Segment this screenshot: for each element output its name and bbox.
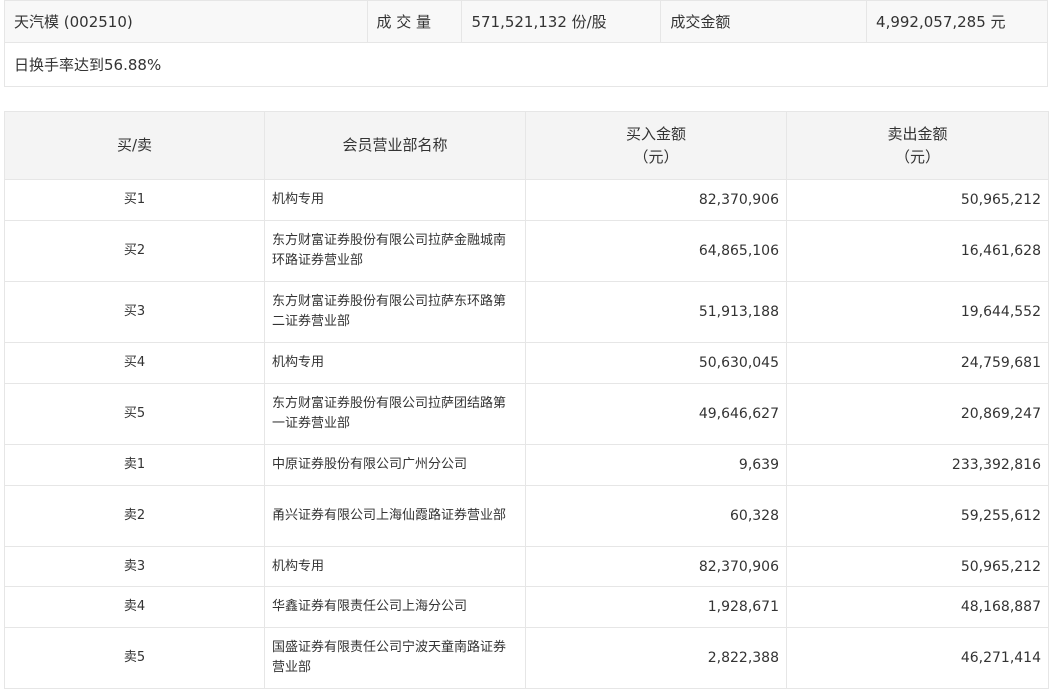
member-cell: 东方财富证券股份有限公司拉萨团结路第一证券营业部 xyxy=(264,383,526,445)
sell-amount-header-unit: （元） xyxy=(894,147,940,166)
sell-amount-cell: 46,271,414 xyxy=(786,627,1049,689)
side-cell: 卖1 xyxy=(4,444,265,486)
buy-amount-cell: 9,639 xyxy=(525,444,787,486)
side-cell: 买4 xyxy=(4,342,265,384)
buy-amount-cell: 50,630,045 xyxy=(525,342,787,384)
sell-amount-cell: 24,759,681 xyxy=(786,342,1049,384)
volume-value: 571,521,132 份/股 xyxy=(461,0,662,43)
member-cell: 机构专用 xyxy=(264,546,526,587)
trading-seats-table: 买/卖 会员营业部名称 买入金额 （元） 卖出金额 （元） 买1 机构专用 82… xyxy=(4,111,1049,689)
table-header-row: 买/卖 会员营业部名称 买入金额 （元） 卖出金额 （元） xyxy=(4,111,1049,180)
listing-reason: 日换手率达到56.88% xyxy=(4,42,1048,87)
sell-amount-cell: 16,461,628 xyxy=(786,220,1049,282)
member-cell: 东方财富证券股份有限公司拉萨金融城南环路证券营业部 xyxy=(264,220,526,282)
side-cell: 卖4 xyxy=(4,586,265,628)
table-row: 卖3 机构专用 82,370,906 50,965,212 xyxy=(4,546,1049,587)
member-cell: 东方财富证券股份有限公司拉萨东环路第二证券营业部 xyxy=(264,281,526,343)
table-row: 买4 机构专用 50,630,045 24,759,681 xyxy=(4,342,1049,384)
table-row: 卖5 国盛证券有限责任公司宁波天童南路证券营业部 2,822,388 46,27… xyxy=(4,627,1049,689)
member-cell: 华鑫证券有限责任公司上海分公司 xyxy=(264,586,526,628)
reason-row: 日换手率达到56.88% xyxy=(4,42,1048,87)
buy-amount-header-title: 买入金额 xyxy=(625,124,686,143)
sell-amount-cell: 50,965,212 xyxy=(786,179,1049,221)
sell-amount-header: 卖出金额 （元） xyxy=(786,111,1049,180)
side-cell: 卖2 xyxy=(4,485,265,547)
sell-amount-cell: 233,392,816 xyxy=(786,444,1049,486)
buy-amount-cell: 49,646,627 xyxy=(525,383,787,445)
summary-row: 天汽模 (002510) 成 交 量 571,521,132 份/股 成交金额 … xyxy=(4,0,1048,43)
sell-amount-cell: 48,168,887 xyxy=(786,586,1049,628)
member-cell: 机构专用 xyxy=(264,179,526,221)
buy-amount-header-unit: （元） xyxy=(633,147,679,166)
buy-amount-cell: 64,865,106 xyxy=(525,220,787,282)
table-row: 买2 东方财富证券股份有限公司拉萨金融城南环路证券营业部 64,865,106 … xyxy=(4,220,1049,282)
member-header: 会员营业部名称 xyxy=(264,111,526,180)
buy-amount-header: 买入金额 （元） xyxy=(525,111,787,180)
volume-label: 成 交 量 xyxy=(366,0,463,43)
side-cell: 买5 xyxy=(4,383,265,445)
stock-summary-table: 天汽模 (002510) 成 交 量 571,521,132 份/股 成交金额 … xyxy=(4,0,1048,87)
amount-value: 4,992,057,285 元 xyxy=(866,0,1048,43)
side-cell: 卖5 xyxy=(4,627,265,689)
side-cell: 买1 xyxy=(4,179,265,221)
buy-amount-cell: 60,328 xyxy=(525,485,787,547)
table-row: 卖2 甬兴证券有限公司上海仙霞路证券营业部 60,328 59,255,612 xyxy=(4,485,1049,547)
buy-amount-cell: 1,928,671 xyxy=(525,586,787,628)
amount-label: 成交金额 xyxy=(660,0,868,43)
table-row: 买3 东方财富证券股份有限公司拉萨东环路第二证券营业部 51,913,188 1… xyxy=(4,281,1049,343)
table-row: 买5 东方财富证券股份有限公司拉萨团结路第一证券营业部 49,646,627 2… xyxy=(4,383,1049,445)
side-cell: 买3 xyxy=(4,281,265,343)
buy-amount-cell: 2,822,388 xyxy=(525,627,787,689)
stock-name: 天汽模 (002510) xyxy=(4,0,368,43)
sell-amount-cell: 19,644,552 xyxy=(786,281,1049,343)
sell-amount-cell: 20,869,247 xyxy=(786,383,1049,445)
sell-amount-cell: 50,965,212 xyxy=(786,546,1049,587)
table-row: 卖1 中原证券股份有限公司广州分公司 9,639 233,392,816 xyxy=(4,444,1049,486)
table-row: 买1 机构专用 82,370,906 50,965,212 xyxy=(4,179,1049,221)
member-cell: 中原证券股份有限公司广州分公司 xyxy=(264,444,526,486)
member-cell: 国盛证券有限责任公司宁波天童南路证券营业部 xyxy=(264,627,526,689)
sell-amount-header-title: 卖出金额 xyxy=(887,124,948,143)
buy-amount-cell: 51,913,188 xyxy=(525,281,787,343)
member-cell: 甬兴证券有限公司上海仙霞路证券营业部 xyxy=(264,485,526,547)
sell-amount-cell: 59,255,612 xyxy=(786,485,1049,547)
member-cell: 机构专用 xyxy=(264,342,526,384)
side-cell: 买2 xyxy=(4,220,265,282)
side-header: 买/卖 xyxy=(4,111,265,180)
side-cell: 卖3 xyxy=(4,546,265,587)
buy-amount-cell: 82,370,906 xyxy=(525,546,787,587)
table-row: 卖4 华鑫证券有限责任公司上海分公司 1,928,671 48,168,887 xyxy=(4,586,1049,628)
buy-amount-cell: 82,370,906 xyxy=(525,179,787,221)
